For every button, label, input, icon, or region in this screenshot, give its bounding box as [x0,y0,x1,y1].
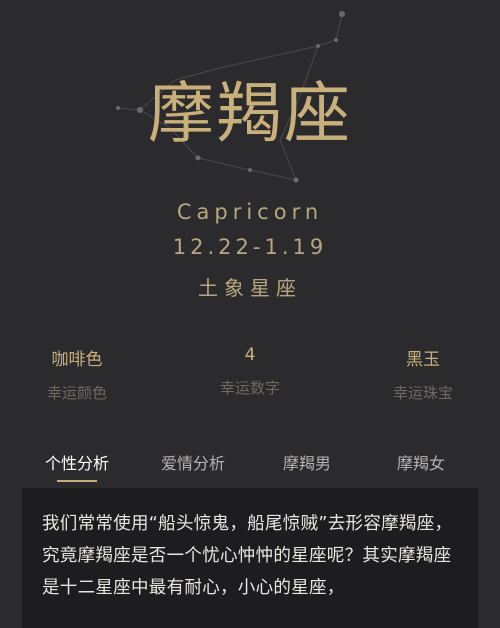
tab-love[interactable]: 爱情分析 [138,450,248,474]
lucky-color-label: 幸运颜色 [46,384,107,402]
lucky-color: 咖啡色 幸运颜色 [17,345,137,403]
tab-personality[interactable]: 个性分析 [22,450,132,474]
lucky-number-value: 4 [244,345,256,365]
lucky-number: 4 幸运数字 [190,345,310,398]
content-panel: 我们常常使用“船头惊鬼，船尾惊贼”去形容摩羯座，究竟摩羯座是否一个忧心忡忡的星座… [22,488,478,628]
zodiac-element: 土象星座 [198,276,302,300]
lucky-color-value: 咖啡色 [51,350,103,370]
active-tab-indicator [57,480,97,482]
zodiac-english-name: Capricorn [176,200,324,224]
zodiac-title: 摩羯座 [148,75,352,152]
header: 摩羯座 Capricorn 12.22-1.19 土象星座 [0,0,500,320]
tab-bar: 个性分析 爱情分析 摩羯男 摩羯女 [0,450,500,484]
lucky-jewel: 黑玉 幸运珠宝 [363,345,483,403]
content-text: 我们常常使用“船头惊鬼，船尾惊贼”去形容摩羯座，究竟摩羯座是否一个忧心忡忡的星座… [42,514,453,598]
zodiac-date-range: 12.22-1.19 [172,235,328,259]
lucky-jewel-value: 黑玉 [406,350,440,370]
tab-capricorn-female[interactable]: 摩羯女 [366,450,476,474]
tab-capricorn-male[interactable]: 摩羯男 [252,450,362,474]
lucky-number-label: 幸运数字 [219,379,280,397]
lucky-jewel-label: 幸运珠宝 [392,384,453,402]
lucky-info: 咖啡色 幸运颜色 4 幸运数字 黑玉 幸运珠宝 [0,345,500,405]
